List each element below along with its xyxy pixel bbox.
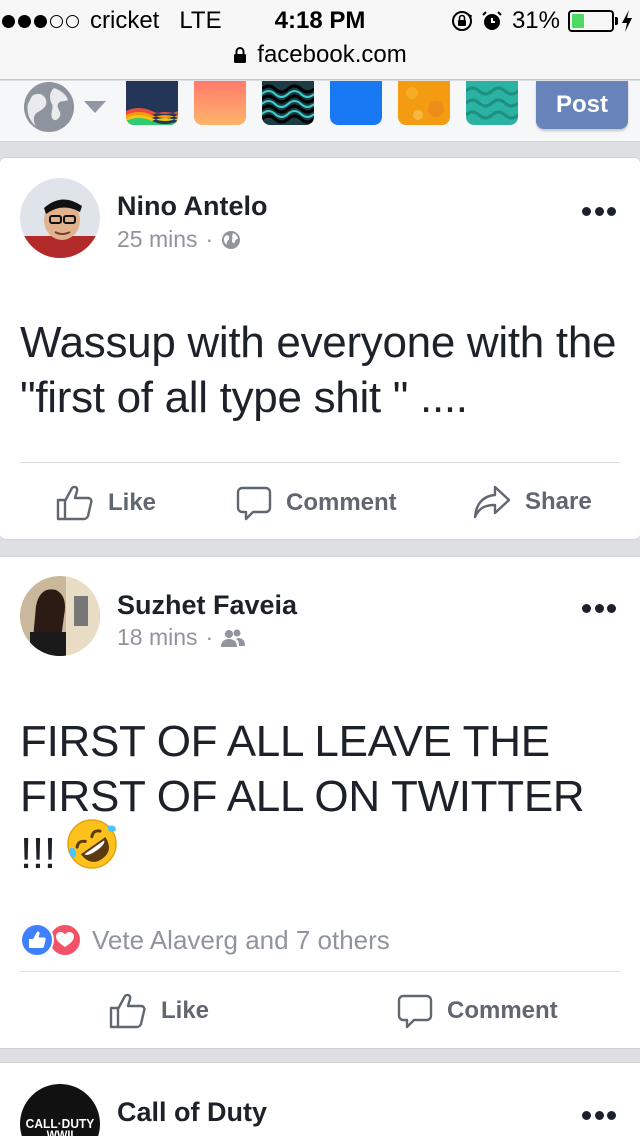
- share-label: Share: [525, 488, 592, 515]
- avatar[interactable]: [20, 178, 100, 258]
- charging-bolt-icon: [622, 10, 632, 32]
- post-card: Nino Antelo 25 mins · Wassup with everyo…: [0, 157, 640, 540]
- divider: [20, 462, 620, 463]
- post-time[interactable]: 18 mins: [117, 624, 198, 651]
- post-card: CALL·DUTY WWII Call of Duty: [0, 1062, 640, 1136]
- url-text: facebook.com: [257, 41, 407, 68]
- post-time[interactable]: 25 mins: [117, 226, 198, 253]
- meta-separator: ·: [205, 624, 214, 650]
- post-options-icon[interactable]: [582, 206, 616, 216]
- background-swatch-rainbow[interactable]: [126, 81, 178, 125]
- rotation-lock-icon: [451, 11, 473, 31]
- author-name[interactable]: Nino Antelo: [117, 191, 267, 222]
- status-icons: 31%: [444, 4, 634, 38]
- post-meta: 25 mins ·: [117, 226, 241, 253]
- like-label: Like: [161, 997, 210, 1024]
- lock-icon: [234, 47, 247, 63]
- thumbs-up-icon: [109, 993, 146, 1029]
- meta-separator: ·: [205, 226, 214, 252]
- post-options-icon[interactable]: [582, 1110, 616, 1120]
- comment-button[interactable]: Comment: [236, 485, 397, 521]
- globe-icon: [24, 82, 74, 132]
- svg-text:WWII: WWII: [47, 1130, 74, 1136]
- share-button[interactable]: Share: [473, 485, 592, 519]
- thumbs-up-icon: [56, 485, 93, 521]
- comment-button[interactable]: Comment: [397, 993, 558, 1029]
- post-button[interactable]: Post: [536, 81, 628, 129]
- globe-icon: [222, 230, 241, 249]
- post-text-container: FIRST OF ALL LEAVE THE FIRST OF ALL ON T…: [20, 714, 620, 889]
- comment-label: Comment: [286, 489, 397, 516]
- share-icon: [473, 485, 511, 519]
- background-swatch-gradient[interactable]: [194, 81, 246, 125]
- reactions-summary[interactable]: Vete Alaverg and 7 others: [20, 923, 390, 957]
- background-swatch-blue[interactable]: [330, 81, 382, 125]
- post-text: Wassup with everyone with the "first of …: [20, 318, 617, 422]
- like-reaction-icon: [20, 923, 54, 957]
- post-card: Suzhet Faveia 18 mins · FIRST OF ALL LEA…: [0, 556, 640, 1049]
- rolling-on-floor-laughing-emoji: [66, 818, 118, 883]
- composer-toolbar: Post: [0, 81, 640, 142]
- post-options-icon[interactable]: [582, 603, 616, 613]
- background-swatch-waves-dark[interactable]: [262, 81, 314, 125]
- like-button[interactable]: Like: [109, 993, 209, 1029]
- post-meta: 18 mins ·: [117, 624, 246, 651]
- alarm-icon: [482, 11, 502, 30]
- chevron-down-icon: [84, 101, 106, 113]
- status-bar: cricket LTE 4:18 PM 31% facebook.com: [0, 0, 640, 80]
- reactions-text: Vete Alaverg and 7 others: [92, 924, 390, 955]
- author-name[interactable]: Call of Duty: [117, 1097, 267, 1128]
- like-label: Like: [108, 489, 157, 516]
- avatar[interactable]: [20, 576, 100, 656]
- url-bar[interactable]: facebook.com: [0, 40, 640, 70]
- comment-icon: [236, 486, 272, 521]
- author-name[interactable]: Suzhet Faveia: [117, 590, 297, 621]
- friends-icon: [221, 629, 246, 647]
- battery-percent: 31%: [511, 7, 560, 34]
- comment-label: Comment: [447, 997, 558, 1024]
- comment-icon: [397, 994, 433, 1029]
- divider: [20, 971, 620, 972]
- background-swatch-orange[interactable]: [398, 81, 450, 125]
- audience-selector[interactable]: [24, 82, 106, 132]
- avatar[interactable]: CALL·DUTY WWII: [20, 1084, 100, 1136]
- background-swatch-waves-teal[interactable]: [466, 81, 518, 125]
- battery-icon: [568, 10, 618, 32]
- like-button[interactable]: Like: [56, 485, 156, 521]
